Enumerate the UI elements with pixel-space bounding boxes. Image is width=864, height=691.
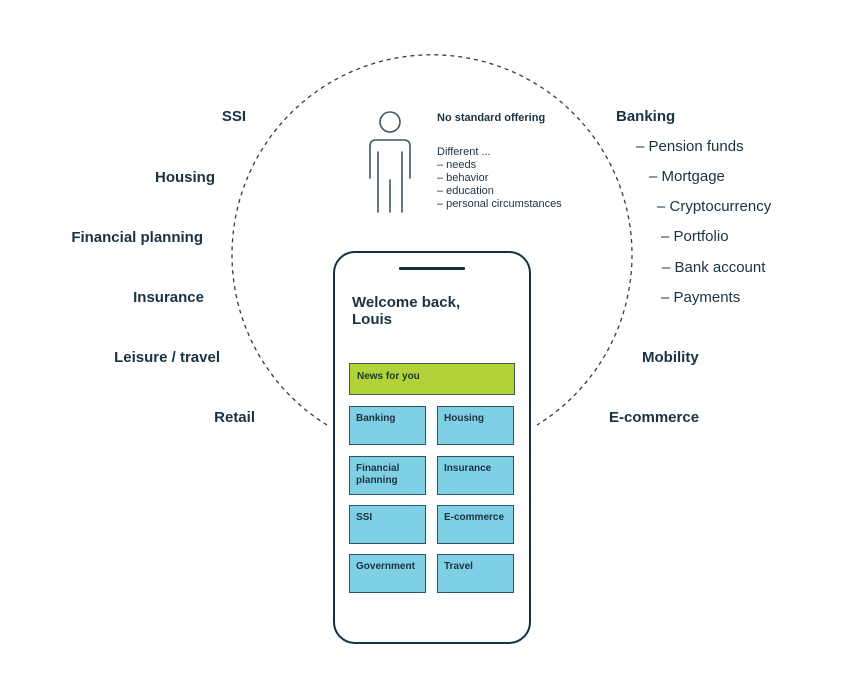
difference-item: – education (437, 185, 494, 197)
banking-subitem: – Bank account (662, 259, 766, 276)
label-banking: Banking (616, 108, 676, 125)
tile-label: E-commerce (444, 512, 505, 523)
label-ecommerce: E-commerce (609, 409, 700, 426)
news-for-you-banner[interactable]: News for you (349, 363, 515, 395)
tile-travel[interactable]: Travel (437, 554, 514, 593)
phone-mockup: Welcome back, Louis News for you Banking… (333, 251, 531, 644)
tile-label: SSI (356, 512, 373, 523)
tile-ecommerce[interactable]: E-commerce (437, 505, 514, 544)
tile-label: Government (356, 561, 415, 572)
tile-label: Insurance (444, 463, 492, 474)
news-label: News for you (357, 371, 420, 382)
label-ssi: SSI (221, 108, 246, 125)
banking-subitem: – Payments (661, 289, 741, 306)
label-insurance: Insurance (133, 289, 204, 306)
label-housing: Housing (155, 169, 215, 186)
label-leisure-travel: Leisure / travel (114, 349, 220, 366)
label-financial-planning: Financial planning (71, 229, 203, 246)
difference-item: – needs (437, 159, 477, 171)
welcome-heading: Welcome back, Louis (352, 294, 461, 328)
tile-ssi[interactable]: SSI (349, 505, 426, 544)
person-title: No standard offering (437, 112, 546, 124)
tile-label: Banking (356, 413, 396, 424)
label-retail: Retail (214, 409, 255, 426)
label-mobility: Mobility (642, 349, 699, 366)
difference-item: – behavior (437, 172, 489, 184)
person-icon (369, 111, 411, 213)
banking-subitem: – Mortgage (649, 168, 725, 185)
banking-subitem: – Cryptocurrency (657, 198, 772, 215)
phone-speaker (399, 267, 465, 270)
tile-insurance[interactable]: Insurance (437, 456, 514, 495)
difference-item: – personal circumstances (437, 198, 562, 210)
tile-banking[interactable]: Banking (349, 406, 426, 445)
differences-intro: Different ... (437, 146, 491, 158)
tile-label: Housing (444, 413, 484, 424)
tile-label: Travel (444, 561, 473, 572)
tile-financial-planning[interactable]: Financial planning (349, 456, 426, 495)
tile-housing[interactable]: Housing (437, 406, 514, 445)
tile-government[interactable]: Government (349, 554, 426, 593)
banking-subitem: – Portfolio (661, 228, 729, 245)
tile-label: Financial planning (356, 463, 400, 486)
banking-subitem: – Pension funds (636, 138, 744, 155)
person-differences: Different ... – needs – behavior – educa… (437, 146, 562, 211)
